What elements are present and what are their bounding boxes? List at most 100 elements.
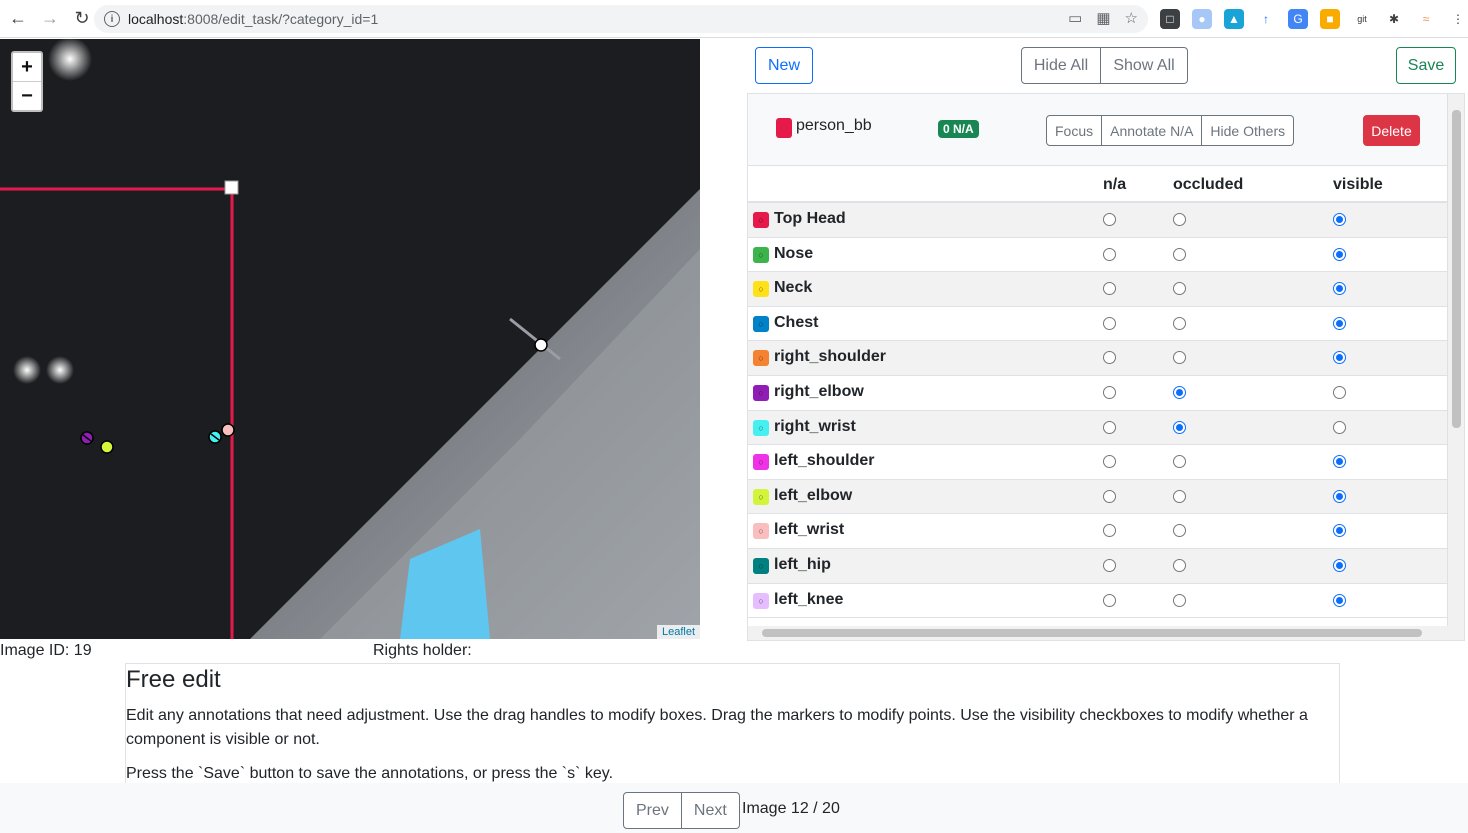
puzzle-icon[interactable]: ✱ (1384, 9, 1404, 29)
radio-occluded[interactable] (1173, 455, 1186, 469)
keypoint-color-icon[interactable]: ○ (753, 454, 769, 471)
zoom-in-button[interactable]: + (13, 53, 41, 82)
radio-occluded[interactable] (1173, 213, 1186, 226)
show-all-button[interactable]: Show All (1101, 47, 1188, 84)
keypoint-color-icon[interactable]: ○ (753, 557, 769, 574)
extension-icon[interactable]: ≈ (1416, 9, 1436, 29)
radio-visible[interactable] (1333, 282, 1346, 296)
info-icon[interactable]: i (104, 11, 120, 27)
keypoint-name: right_shoulder (774, 348, 887, 366)
radio-visible[interactable] (1333, 558, 1346, 572)
col-header-visible: visible (1333, 176, 1383, 193)
radio-occluded[interactable] (1173, 247, 1186, 261)
radio-visible[interactable] (1333, 316, 1346, 330)
na-count-badge: 0 N/A (938, 120, 979, 138)
radio-na[interactable] (1103, 316, 1116, 330)
zoom-out-button[interactable]: − (13, 82, 41, 111)
radio-occluded[interactable] (1173, 282, 1186, 296)
radio-visible[interactable] (1333, 455, 1346, 469)
radio-visible[interactable] (1333, 593, 1346, 607)
radio-occluded[interactable] (1173, 351, 1186, 365)
back-icon[interactable]: ← (4, 5, 32, 33)
radio-visible[interactable] (1333, 385, 1346, 399)
browser-toolbar: ← → ↻ i localhost:8008/edit_task/?catego… (0, 0, 1468, 38)
radio-visible[interactable] (1333, 351, 1346, 365)
bookmark-star-icon[interactable]: ☆ (1125, 9, 1138, 27)
radio-na[interactable] (1103, 558, 1116, 572)
radio-na[interactable] (1103, 593, 1116, 607)
zoom-control: + − (11, 51, 43, 112)
radio-na[interactable] (1103, 351, 1116, 365)
image-counter: Image 12 / 20 (742, 800, 840, 817)
keypoint-color-icon[interactable]: ○ (753, 523, 769, 540)
reload-icon[interactable]: ↻ (68, 5, 96, 33)
col-header-occluded: occluded (1173, 176, 1244, 193)
radio-occluded[interactable] (1173, 420, 1186, 434)
url-path: :8008/edit_task/?category_id=1 (183, 11, 379, 27)
annotate-na-button[interactable]: Annotate N/A (1102, 115, 1203, 146)
radio-na[interactable] (1103, 489, 1116, 503)
keypoint-color-icon[interactable]: ○ (753, 246, 769, 263)
address-bar[interactable]: i localhost:8008/edit_task/?category_id=… (94, 5, 1148, 33)
keypoint-color-icon[interactable]: ○ (753, 350, 769, 367)
radio-occluded[interactable] (1173, 489, 1186, 503)
save-button[interactable]: Save (1396, 47, 1456, 84)
leaflet-attribution[interactable]: Leaflet (656, 625, 700, 639)
gitzip-extension-icon[interactable]: git (1352, 9, 1372, 29)
radio-na[interactable] (1103, 213, 1116, 226)
category-color-swatch (776, 118, 792, 138)
radio-occluded[interactable] (1173, 524, 1186, 538)
radio-visible[interactable] (1333, 524, 1346, 538)
radio-na[interactable] (1103, 247, 1116, 261)
image-id: Image ID: 19 (0, 642, 92, 659)
delete-button[interactable]: Delete (1363, 115, 1420, 146)
keypoint-name: Nose (774, 244, 814, 262)
annotation-panel: person_bb 0 N/A Focus Annotate N/A Hide … (747, 93, 1465, 641)
radio-na[interactable] (1103, 455, 1116, 469)
radio-na[interactable] (1103, 385, 1116, 399)
qr-icon[interactable]: ▦ (1096, 9, 1110, 27)
menu-kebab-icon[interactable]: ⋮ (1448, 9, 1468, 29)
keypoint-color-icon[interactable]: ○ (753, 592, 769, 609)
keypoint-color-icon[interactable]: ○ (753, 281, 769, 298)
forward-icon[interactable]: → (36, 5, 64, 33)
keypoint-name: right_elbow (774, 382, 864, 400)
keypoint-color-icon[interactable]: ○ (753, 384, 769, 401)
extension-icon[interactable]: ↑ (1256, 9, 1276, 29)
category-header: person_bb 0 N/A Focus Annotate N/A Hide … (748, 94, 1448, 166)
extension-icon[interactable]: ■ (1320, 9, 1340, 29)
instructions-title: Free edit (126, 666, 221, 693)
translate-extension-icon[interactable]: G (1288, 9, 1308, 29)
radio-na[interactable] (1103, 420, 1116, 434)
sidebar-extension-icon[interactable]: □ (1160, 9, 1180, 29)
keypoint-color-icon[interactable]: ○ (753, 419, 769, 436)
radio-occluded[interactable] (1173, 593, 1186, 607)
prev-button[interactable]: Prev (623, 792, 682, 829)
hide-all-button[interactable]: Hide All (1021, 47, 1101, 84)
cast-icon[interactable]: ▭ (1068, 9, 1082, 27)
keypoint-color-icon[interactable]: ○ (753, 212, 769, 228)
radio-visible[interactable] (1333, 247, 1346, 261)
table-row: ○ left_elbow (748, 479, 1448, 515)
horizontal-scrollbar[interactable] (748, 626, 1448, 640)
next-button[interactable]: Next (681, 792, 740, 829)
new-button[interactable]: New (755, 47, 813, 84)
radio-occluded[interactable] (1173, 316, 1186, 330)
table-row: ○ right_elbow (748, 376, 1448, 411)
extension-icon[interactable]: ▲ (1224, 9, 1244, 29)
url-host: localhost (128, 11, 184, 27)
image-map[interactable]: + − Leaflet (0, 39, 700, 639)
radio-na[interactable] (1103, 282, 1116, 296)
vertical-scrollbar[interactable] (1447, 94, 1464, 640)
focus-button[interactable]: Focus (1046, 115, 1103, 146)
hide-others-button[interactable]: Hide Others (1202, 115, 1295, 146)
extension-icon[interactable]: ● (1192, 9, 1212, 29)
radio-visible[interactable] (1333, 489, 1346, 503)
radio-na[interactable] (1103, 524, 1116, 538)
radio-occluded[interactable] (1173, 385, 1186, 399)
keypoint-color-icon[interactable]: ○ (753, 315, 769, 332)
radio-visible[interactable] (1333, 420, 1346, 434)
radio-visible[interactable] (1333, 213, 1346, 226)
keypoint-color-icon[interactable]: ○ (753, 488, 769, 505)
radio-occluded[interactable] (1173, 558, 1186, 572)
